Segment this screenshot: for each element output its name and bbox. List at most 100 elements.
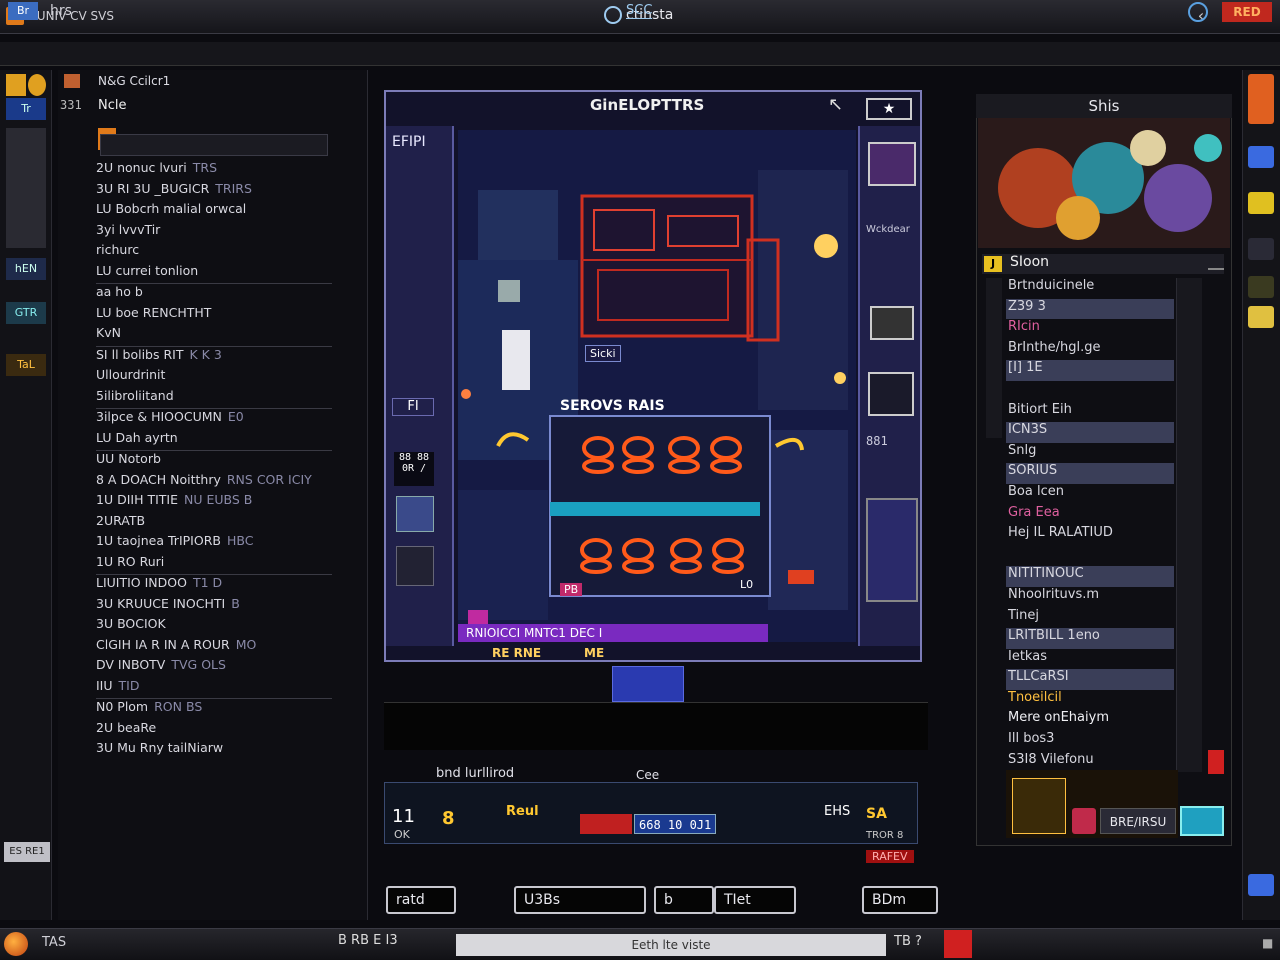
list-item[interactable]: RIcin	[1006, 319, 1174, 340]
control-button-4[interactable]: TIet	[714, 886, 796, 914]
list-item[interactable]: NITITINOUC	[1006, 566, 1174, 587]
list-item[interactable]: Boa lcen	[1006, 484, 1174, 505]
tab-menu-button[interactable]: Br	[8, 2, 38, 20]
rail-bag-icon[interactable]	[1248, 238, 1274, 260]
start-button[interactable]	[4, 932, 28, 956]
list-item[interactable]: Gra Eea	[1006, 505, 1174, 526]
list-item[interactable]: 1U DIIH TITIE NU EUBS B	[96, 492, 332, 513]
list-item[interactable]: Hej IL RALATIUD	[1006, 525, 1174, 546]
favorite-button[interactable]: ★	[866, 98, 912, 120]
folder-icon[interactable]	[6, 74, 26, 96]
list-item[interactable]: BrInthe/hgl.ge	[1006, 340, 1174, 361]
list-item[interactable]: 3U KRUUCE INOCHTI B	[96, 596, 332, 617]
item-slot-1-icon[interactable]	[868, 142, 916, 186]
tray-icon[interactable]: ■	[1262, 936, 1273, 950]
record-button[interactable]	[944, 930, 972, 958]
list-item[interactable]: KvN	[96, 325, 332, 346]
list-item[interactable]: Nhoolrituvs.m	[1006, 587, 1174, 608]
list-item[interactable]: 3ilpce & HIOOCUMN E0	[96, 408, 332, 430]
list-item[interactable]	[1006, 381, 1174, 402]
list-item[interactable]: ClGIH IA R IN A ROUR MO	[96, 637, 332, 658]
gear-icon[interactable]	[28, 74, 46, 96]
list-item[interactable]: LU currei tonlion	[96, 263, 332, 284]
featured-artwork[interactable]	[978, 118, 1230, 248]
list-item[interactable]: TLLCaRSI	[1006, 669, 1174, 690]
preview-thumb[interactable]	[1012, 778, 1066, 834]
list-item[interactable]: LU Bobcrh malial orwcal	[96, 201, 332, 222]
list-item[interactable]: 1U taojnea TrIPIORB HBC	[96, 533, 332, 554]
list-item[interactable]: Snlg	[1006, 443, 1174, 464]
rail-coin-icon[interactable]	[1248, 192, 1274, 214]
taskbar-search[interactable]: Eeth lte viste	[456, 934, 886, 956]
list-item[interactable]: N0 Plom RON BS	[96, 698, 332, 720]
preview-label[interactable]: BRE/IRSU	[1100, 808, 1176, 834]
rail-flag-icon[interactable]	[1248, 74, 1274, 124]
list-item[interactable]: SI ll bolibs RIT K K 3	[96, 345, 332, 368]
list-item[interactable]: 3U RI 3U _BUGICR TRIRS	[96, 181, 332, 202]
stage-thumbnail[interactable]	[612, 666, 684, 702]
rail-map-icon[interactable]	[1248, 146, 1274, 168]
list-item[interactable]: richurc	[96, 242, 332, 263]
character-portrait-icon[interactable]	[396, 496, 434, 532]
alert-icon[interactable]	[1208, 750, 1224, 774]
badge-icon[interactable]	[1072, 808, 1096, 834]
list-item[interactable]: Tnoeilcil	[1006, 690, 1174, 711]
list-item[interactable]: 2U beaRe	[96, 720, 332, 741]
list-item[interactable]: LU boe RENCHTHT	[96, 305, 332, 326]
list-item[interactable]: aa ho b	[96, 283, 332, 305]
list-item[interactable]: Bitiort Eih	[1006, 402, 1174, 423]
game-scene[interactable]	[458, 130, 856, 642]
list-item[interactable]: 8 A DOACH Noitthry RNS COR ICIY	[96, 472, 332, 493]
item-slot-3-icon[interactable]	[868, 372, 914, 416]
list-item[interactable]: SORIUS	[1006, 463, 1174, 484]
rail-item-3[interactable]: GTR	[6, 302, 46, 324]
list-item[interactable]: LRITBILL 1eno	[1006, 628, 1174, 649]
list-item[interactable]: 3yi lvvvTir	[96, 222, 332, 243]
list-item[interactable]	[1006, 546, 1174, 567]
list-item[interactable]: [I] 1E	[1006, 360, 1174, 381]
inventory-icon[interactable]	[396, 546, 434, 586]
rail-item-1[interactable]: Tr	[6, 98, 46, 120]
list-item[interactable]: Ietkas	[1006, 649, 1174, 670]
game-viewport[interactable]: Sicki SEROVS RAIS PB L0 RNIOICCI MNTC1 D…	[458, 130, 856, 642]
list-item[interactable]: 3U Mu Rny tailNiarw	[96, 740, 332, 761]
list-item[interactable]: Ill bos3	[1006, 731, 1174, 752]
rail-item-2[interactable]: hEN	[6, 258, 46, 280]
right-list-scrollbar[interactable]	[1176, 278, 1202, 772]
list-item[interactable]: ICN3S	[1006, 422, 1174, 443]
tab-active[interactable]: hrs	[50, 3, 72, 19]
control-button-1[interactable]: ratd	[386, 886, 456, 914]
status-badge[interactable]: RED	[1222, 2, 1272, 22]
list-item[interactable]: 2U nonuc lvuri TRS	[96, 160, 332, 181]
collapse-icon[interactable]	[1208, 256, 1224, 270]
list-item[interactable]: 3U BOCIOK	[96, 616, 332, 637]
shop-icon[interactable]	[1180, 806, 1224, 836]
settings-icon[interactable]	[1188, 2, 1208, 22]
left-panel-input[interactable]	[100, 134, 328, 156]
list-item[interactable]: 5ilibroliitand	[96, 388, 332, 409]
list-item[interactable]: LIUITIO INDOO T1 D	[96, 574, 332, 596]
control-button-5[interactable]: BDm	[862, 886, 938, 914]
item-slot-2-icon[interactable]	[870, 306, 914, 340]
list-item[interactable]: Ullourdrinit	[96, 367, 332, 388]
taskbar-icons-right[interactable]: TB ?	[894, 934, 922, 949]
list-item[interactable]: Brtnduicinele	[1006, 278, 1174, 299]
rail-potion-icon[interactable]	[1248, 276, 1274, 298]
list-item[interactable]: Tinej	[1006, 608, 1174, 629]
item-slot-4-icon[interactable]	[866, 498, 918, 602]
control-button-3[interactable]: b	[654, 886, 714, 914]
list-item[interactable]: LU Dah ayrtn	[96, 430, 332, 451]
list-item[interactable]: UU Notorb	[96, 450, 332, 472]
tab-center-link[interactable]: SCC	[626, 3, 653, 19]
rail-key-icon[interactable]	[1248, 306, 1274, 328]
list-item[interactable]: 1U RO Ruri	[96, 554, 332, 575]
list-item[interactable]: IIU TID	[96, 678, 332, 699]
taskbar-icons[interactable]: B RB E I3	[338, 933, 398, 948]
rail-chat-icon[interactable]	[1248, 874, 1274, 896]
taskbar-label[interactable]: TAS	[42, 935, 66, 950]
rail-item-4[interactable]: TaL	[6, 354, 46, 376]
list-item[interactable]: DV INBOTV TVG OLS	[96, 657, 332, 678]
list-item[interactable]: Mere onEhaiym	[1006, 710, 1174, 731]
list-item[interactable]: Z39 3	[1006, 298, 1174, 320]
list-item[interactable]: 2URATB	[96, 513, 332, 534]
